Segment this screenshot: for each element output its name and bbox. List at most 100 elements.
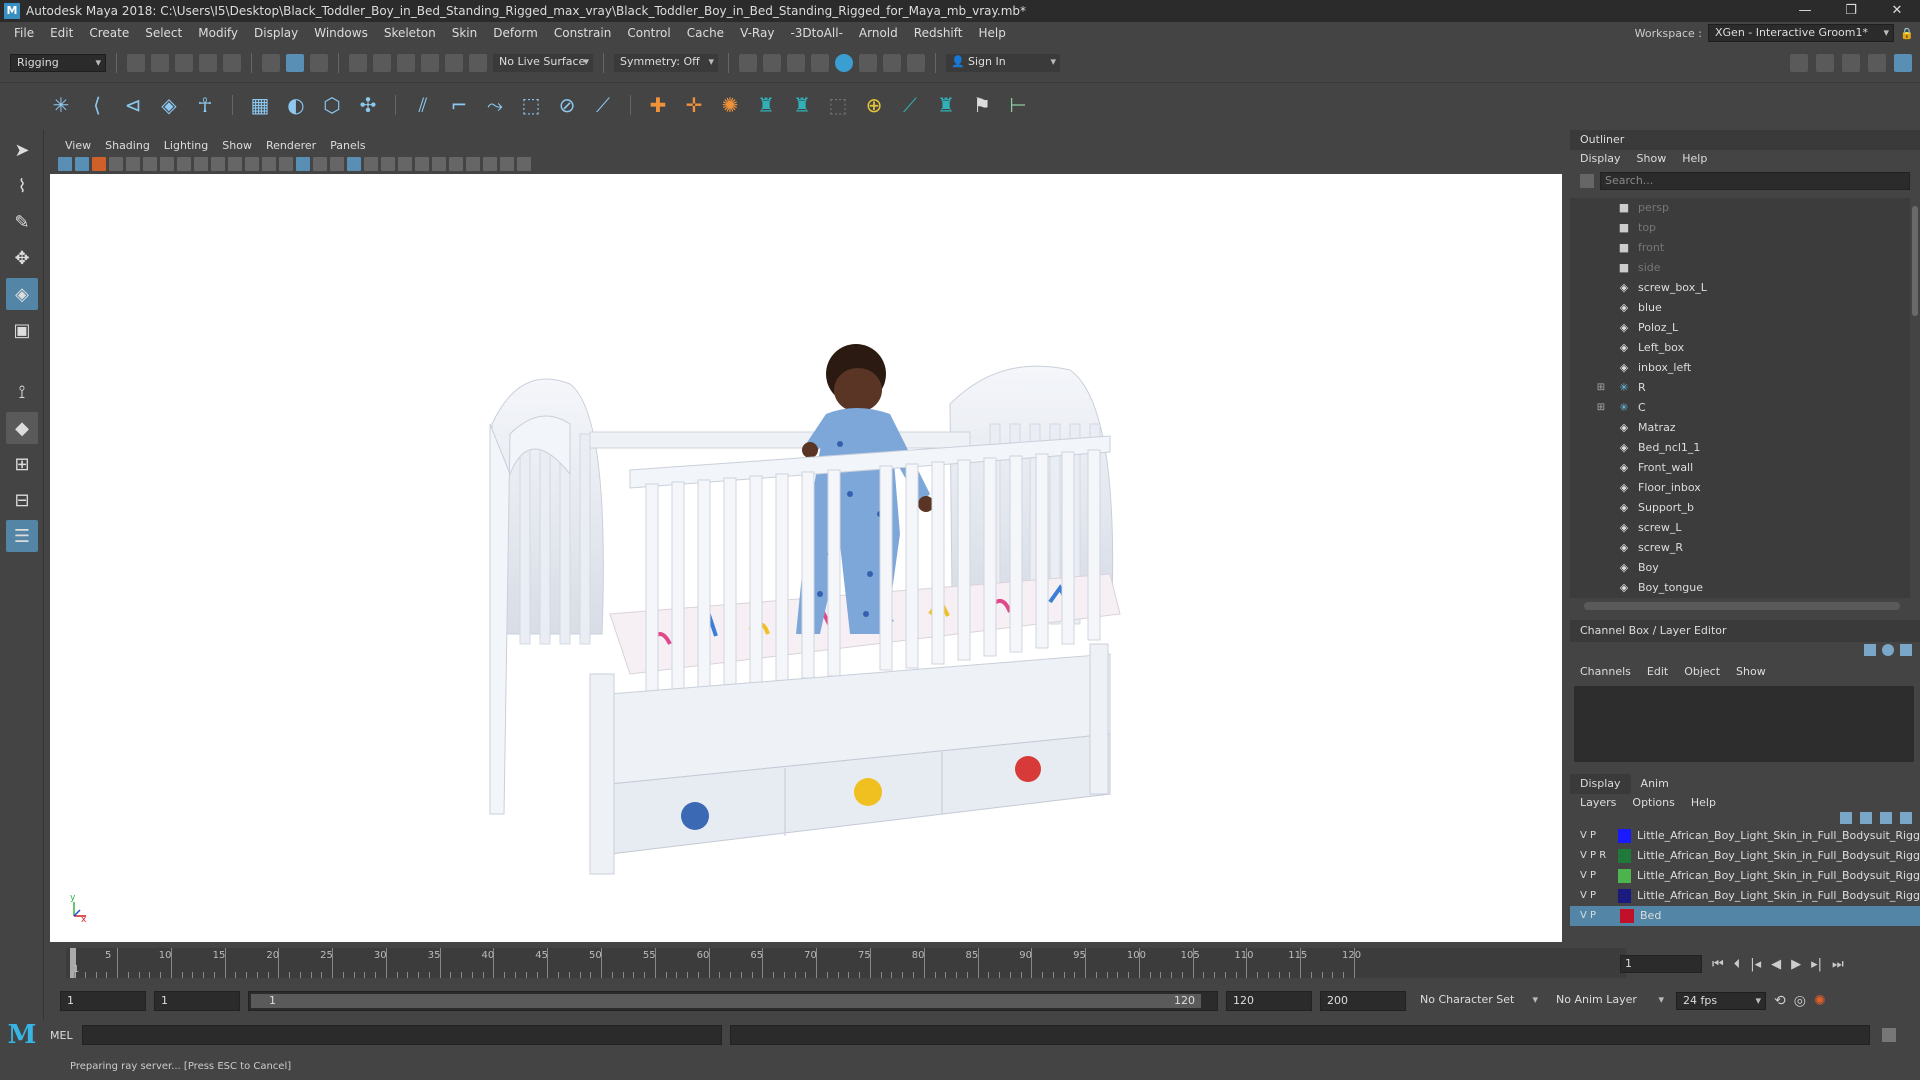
aim-constraint-icon[interactable]: ⊕ [861, 92, 887, 118]
outliner-item[interactable]: ◈ Support_b [1570, 498, 1910, 518]
layer-color-swatch[interactable] [1617, 889, 1632, 903]
layer-editor-icon[interactable] [1894, 54, 1912, 72]
light-editor-icon[interactable] [883, 54, 901, 72]
new-scene-icon[interactable] [127, 54, 145, 72]
safe-title-icon[interactable] [262, 157, 276, 171]
default-material-icon[interactable] [313, 157, 327, 171]
channel-box-body[interactable] [1574, 686, 1914, 762]
restore-button[interactable]: ❐ [1828, 0, 1874, 22]
script-editor-icon[interactable] [1882, 1028, 1896, 1042]
select-by-component-icon[interactable] [310, 54, 328, 72]
layer-color-swatch[interactable] [1617, 869, 1632, 883]
fps-dropdown[interactable]: 24 fps [1676, 992, 1766, 1010]
viewport-menu-view[interactable]: View [58, 139, 98, 152]
layers-menu-options[interactable]: Options [1632, 794, 1674, 812]
outliner-item[interactable]: ◈ Poloz_L [1570, 318, 1910, 338]
camera-attributes-icon[interactable] [75, 157, 89, 171]
blank-slot-icon[interactable]: ⬚ [825, 92, 851, 118]
outliner-item[interactable]: ◈ Bed_ncl1_1 [1570, 438, 1910, 458]
new-layer-selected-icon[interactable] [1900, 812, 1912, 824]
step-back-frame-icon[interactable]: ⏴ [1734, 957, 1741, 972]
viewport-menu-shading[interactable]: Shading [98, 139, 157, 152]
layer-row[interactable]: V P Little_African_Boy_Light_Skin_in_Full… [1570, 886, 1920, 906]
four-view-layout-icon[interactable]: ⊞ [6, 448, 38, 480]
depth-of-field-icon[interactable] [449, 157, 463, 171]
outliner-item[interactable]: ■ front [1570, 238, 1910, 258]
attribute-editor-icon[interactable] [1816, 54, 1834, 72]
outliner-item[interactable]: ◈ blue [1570, 298, 1910, 318]
scale-constraint-icon[interactable]: ♜ [933, 92, 959, 118]
perspective-viewport[interactable]: x y [50, 174, 1562, 942]
outliner-item[interactable]: ◈ Boy [1570, 558, 1910, 578]
menu-windows[interactable]: Windows [306, 26, 376, 40]
step-back-key-icon[interactable]: |◂ [1750, 957, 1761, 972]
animation-preferences-icon[interactable]: ✺ [1814, 993, 1826, 1009]
outliner-item[interactable]: ◈ screw_L [1570, 518, 1910, 538]
ik-handle-icon[interactable]: ⫽ [410, 92, 436, 118]
lasso-tool-icon[interactable]: ⌇ [6, 170, 38, 202]
wireframe-icon[interactable] [279, 157, 293, 171]
channel-box-settings-icon[interactable] [1864, 644, 1876, 656]
outliner-item[interactable]: ◈ Front_wall [1570, 458, 1910, 478]
channel-box-menu-channels[interactable]: Channels [1580, 662, 1631, 682]
snap-to-view-plane-icon[interactable] [445, 54, 463, 72]
snap-to-curve-icon[interactable] [373, 54, 391, 72]
lattice-icon[interactable]: ⬚ [518, 92, 544, 118]
bookmarks-icon[interactable] [92, 157, 106, 171]
outliner-item[interactable]: ■ persp [1570, 198, 1910, 218]
command-input[interactable] [82, 1025, 722, 1045]
animation-start-field[interactable]: 1 [60, 991, 146, 1011]
menu-cache[interactable]: Cache [679, 26, 732, 40]
xray-joints-icon[interactable] [517, 157, 531, 171]
layer-row[interactable]: V P R Little_African_Boy_Light_Skin_in_Fu… [1570, 846, 1920, 866]
lock-icon[interactable]: 🔒 [1894, 27, 1920, 40]
loop-icon[interactable]: ⟲ [1774, 993, 1786, 1009]
menu-file[interactable]: File [6, 26, 42, 40]
sculpt-deformer-icon[interactable]: ⟋ [590, 92, 616, 118]
viewport-menu-lighting[interactable]: Lighting [157, 139, 215, 152]
layers-menu-help[interactable]: Help [1691, 794, 1716, 812]
open-scene-icon[interactable] [151, 54, 169, 72]
pole-vector-icon[interactable]: ⟋ [897, 92, 923, 118]
filter-icon[interactable] [1580, 174, 1594, 188]
outliner-menu-show[interactable]: Show [1637, 150, 1667, 168]
tab-anim[interactable]: Anim [1631, 774, 1679, 794]
menu-edit[interactable]: Edit [42, 26, 81, 40]
select-tool-icon[interactable]: ➤ [6, 134, 38, 166]
insert-joint-icon[interactable]: ⟨ [84, 92, 110, 118]
undo-icon[interactable] [199, 54, 217, 72]
playback-end-field[interactable]: 120 [1226, 991, 1312, 1011]
playback-start-field[interactable]: 1 [154, 991, 240, 1011]
textured-icon[interactable] [347, 157, 361, 171]
channel-box-menu-edit[interactable]: Edit [1647, 662, 1668, 682]
menu-modify[interactable]: Modify [190, 26, 246, 40]
menu-skin[interactable]: Skin [444, 26, 486, 40]
field-chart-icon[interactable] [228, 157, 242, 171]
interactive-bind-icon[interactable]: ✣ [355, 92, 381, 118]
show-manipulator-icon[interactable]: ⟟ [6, 376, 38, 408]
menu-constrain[interactable]: Constrain [546, 26, 620, 40]
menu-create[interactable]: Create [81, 26, 137, 40]
expand-icon[interactable]: ⊞ [1594, 398, 1608, 418]
quick-rig-icon[interactable]: ☥ [192, 92, 218, 118]
select-camera-icon[interactable] [58, 157, 72, 171]
save-scene-icon[interactable] [175, 54, 193, 72]
outliner-item[interactable]: ◈ Left_box [1570, 338, 1910, 358]
select-by-hierarchy-icon[interactable] [262, 54, 280, 72]
outliner-item[interactable]: ◈ Boy_tongue [1570, 578, 1910, 598]
single-perspective-layout-icon[interactable]: ◆ [6, 412, 38, 444]
scale-tool-icon[interactable]: ▣ [6, 314, 38, 346]
current-frame-field[interactable]: 1 [1620, 955, 1702, 973]
use-all-lights-icon[interactable] [364, 157, 378, 171]
layer-row[interactable]: V P Little_African_Boy_Light_Skin_in_Full… [1570, 866, 1920, 886]
tab-display[interactable]: Display [1570, 774, 1631, 794]
outliner-vertical-scrollbar[interactable] [1912, 206, 1918, 316]
channel-box-icon[interactable] [1868, 54, 1886, 72]
outliner-search-input[interactable]: Search... [1600, 172, 1910, 190]
parent-constraint-icon[interactable]: ♜ [753, 92, 779, 118]
menu-select[interactable]: Select [137, 26, 190, 40]
minimize-button[interactable]: — [1782, 0, 1828, 22]
render-view-icon[interactable] [739, 54, 757, 72]
viewport-menu-renderer[interactable]: Renderer [259, 139, 323, 152]
render-setup-icon[interactable] [859, 54, 877, 72]
